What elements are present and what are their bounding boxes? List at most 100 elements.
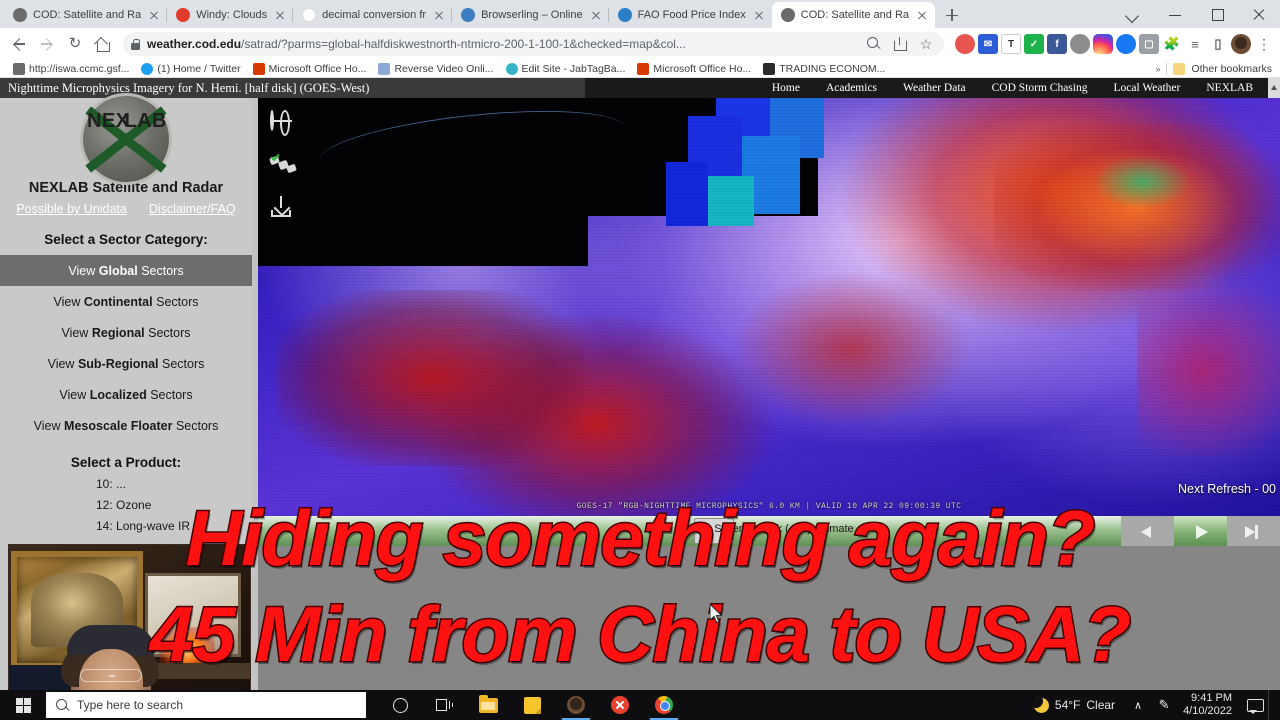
sidebar-item-localized-sectors[interactable]: View Localized Sectors <box>0 379 252 410</box>
satellite-icon[interactable] <box>269 151 298 182</box>
nav-home[interactable]: Home <box>759 82 813 94</box>
nav-academics[interactable]: Academics <box>813 82 890 94</box>
checkmark-extension-icon[interactable]: ✓ <box>1024 34 1044 54</box>
sticky-notes-icon[interactable] <box>510 690 554 720</box>
task-view-icon[interactable] <box>422 690 466 720</box>
pen-tray-icon[interactable]: ✎ <box>1151 695 1177 715</box>
grey-circle-extension-icon[interactable] <box>1070 34 1090 54</box>
tag-extension-icon[interactable]: T <box>1001 34 1021 54</box>
sidebar-item-global-sectors[interactable]: View Global Sectors <box>0 255 252 286</box>
instagram-extension-icon[interactable] <box>1093 34 1113 54</box>
browser-tab-5[interactable]: FAO Food Price Index <box>607 2 772 28</box>
url-text: weather.cod.edu/satrad/?parms=global-hal… <box>147 37 858 51</box>
bookmark-item[interactable]: Edit Site - JabTagBa... <box>501 62 631 75</box>
link-disclaimer-faq[interactable]: Disclaimer/FAQ <box>149 202 236 216</box>
pocket-extension-icon[interactable] <box>955 34 975 54</box>
sidebar-item-sub-regional-sectors[interactable]: View Sub-Regional Sectors <box>0 348 252 379</box>
bookmark-favicon <box>141 62 154 75</box>
search-icon <box>56 698 69 712</box>
browser-tab-6-active[interactable]: COD: Satellite and Ra <box>771 2 936 28</box>
tab-close-icon[interactable] <box>752 8 766 22</box>
start-button[interactable] <box>0 690 46 720</box>
bookmark-item[interactable]: (1) Home / Twitter <box>136 62 245 75</box>
show-desktop-button[interactable] <box>1268 690 1274 720</box>
bookmarks-overflow-icon[interactable]: » <box>1155 64 1160 74</box>
chrome-menu-icon[interactable]: ⋮ <box>1254 36 1274 53</box>
sidebar-links: Possible by Unidata Disclaimer/FAQ <box>0 198 252 226</box>
site-header: Nighttime Microphysics Imagery for N. He… <box>0 78 1280 98</box>
mail-extension-icon[interactable]: ✉ <box>978 34 998 54</box>
link-possible-by-unidata[interactable]: Possible by Unidata <box>16 202 126 216</box>
window-controls <box>1112 0 1280 28</box>
back-button[interactable] <box>6 31 32 57</box>
moon-icon <box>1033 697 1049 713</box>
tab-close-icon[interactable] <box>915 8 929 22</box>
blue-target-extension-icon[interactable] <box>1116 34 1136 54</box>
sidebar-item-mesoscale-floater-sectors[interactable]: View Mesoscale Floater Sectors <box>0 410 252 441</box>
browser-tab-1[interactable]: COD: Satellite and Ra <box>4 2 167 28</box>
side-panel-icon[interactable]: ▯ <box>1208 34 1228 54</box>
tray-expand-icon[interactable]: ∧ <box>1125 699 1151 712</box>
sector-name: Continental <box>83 294 153 309</box>
forward-button[interactable] <box>34 31 60 57</box>
bookmark-label: Microsoft Office Ho... <box>653 62 752 75</box>
scrollbar-up-arrow[interactable] <box>1268 78 1280 98</box>
close-window-button[interactable] <box>1238 0 1280 28</box>
nexlab-logo[interactable]: NEX LAB <box>0 93 252 185</box>
share-icon[interactable] <box>890 34 910 54</box>
file-explorer-icon[interactable] <box>466 690 510 720</box>
weather-widget[interactable]: 54°F Clear <box>1024 697 1125 713</box>
chrome-icon[interactable] <box>642 690 686 720</box>
x-app-icon[interactable] <box>598 690 642 720</box>
tab-close-icon[interactable] <box>273 8 287 22</box>
taskbar-apps <box>378 690 686 720</box>
tab-close-icon[interactable] <box>147 8 161 22</box>
bookmark-item[interactable]: Microsoft Office Ho... <box>248 62 372 75</box>
bookmark-item[interactable]: Reverse Video Onli... <box>373 62 498 75</box>
image-extension-icon[interactable]: ▢ <box>1139 34 1159 54</box>
screen: COD: Satellite and Ra Windy: Clouds deci… <box>0 0 1280 720</box>
search-icon[interactable] <box>864 34 884 54</box>
reload-icon[interactable]: ↻ <box>62 31 88 57</box>
profile-avatar[interactable] <box>1231 34 1251 54</box>
chrome-profile-icon[interactable] <box>554 690 598 720</box>
address-bar[interactable]: weather.cod.edu/satrad/?parms=global-hal… <box>123 32 944 56</box>
tab-close-icon[interactable] <box>589 8 603 22</box>
nav-weather-data[interactable]: Weather Data <box>890 82 979 94</box>
reading-list-icon[interactable]: ≡ <box>1185 34 1205 54</box>
download-icon[interactable] <box>270 196 298 224</box>
bookmark-item[interactable]: Microsoft Office Ho... <box>632 62 756 75</box>
tab-close-icon[interactable] <box>432 8 446 22</box>
tab-strip: COD: Satellite and Ra Windy: Clouds deci… <box>0 0 1280 28</box>
browser-tab-4[interactable]: Browserling – Online <box>451 2 609 28</box>
browser-tab-2[interactable]: Windy: Clouds <box>166 2 293 28</box>
nav-cod-storm-chasing[interactable]: COD Storm Chasing <box>979 82 1101 94</box>
sector-name: Mesoscale Floater <box>64 418 173 433</box>
home-icon[interactable] <box>90 31 116 57</box>
sector-prefix: View <box>61 325 89 340</box>
sidebar-item-regional-sectors[interactable]: View Regional Sectors <box>0 317 252 348</box>
new-tab-button[interactable] <box>939 2 965 28</box>
bookmark-star-icon[interactable]: ☆ <box>916 34 936 54</box>
minimize-button[interactable] <box>1154 0 1196 28</box>
search-input[interactable]: Type here to search <box>46 692 366 718</box>
puzzle-extensions-icon[interactable]: 🧩 <box>1162 34 1182 54</box>
nav-local-weather[interactable]: Local Weather <box>1100 82 1193 94</box>
notification-icon[interactable] <box>1242 695 1268 715</box>
facebook-extension-icon[interactable]: f <box>1047 34 1067 54</box>
browser-tab-3[interactable]: decimal conversion fr <box>292 2 452 28</box>
logo-circle-icon: NEX LAB <box>80 93 172 185</box>
product-item[interactable]: 10: ... <box>96 474 252 495</box>
globe-icon[interactable] <box>270 110 298 140</box>
other-bookmarks-label[interactable]: Other bookmarks <box>1191 63 1272 75</box>
bookmark-item[interactable]: http://iswa.ccmc.gsf... <box>8 62 134 75</box>
tab-search-icon[interactable] <box>1112 0 1154 28</box>
cortana-icon[interactable] <box>378 690 422 720</box>
satellite-image[interactable]: Next Refresh - 00 GOES-17 "RGB-NIGHTTIME… <box>258 98 1280 516</box>
nav-nexlab[interactable]: NEXLAB <box>1193 82 1266 94</box>
bookmark-item[interactable]: TRADING ECONOM... <box>758 62 890 75</box>
page-title: Nighttime Microphysics Imagery for N. He… <box>0 78 585 98</box>
taskbar-clock[interactable]: 9:41 PM 4/10/2022 <box>1177 692 1242 718</box>
maximize-button[interactable] <box>1196 0 1238 28</box>
sidebar-item-continental-sectors[interactable]: View Continental Sectors <box>0 286 252 317</box>
